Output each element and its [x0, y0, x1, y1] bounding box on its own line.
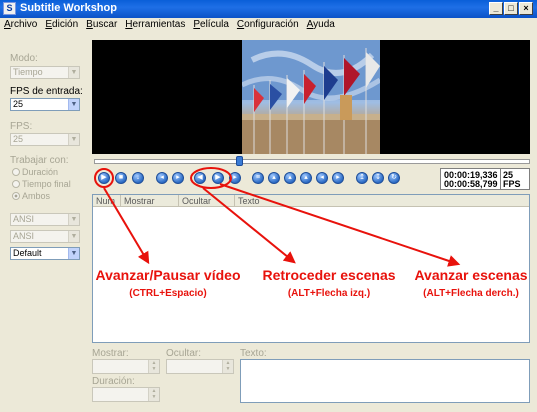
play-highlight-circle: [94, 168, 114, 188]
rewind-annotation-title: Retroceder escenas: [262, 267, 396, 283]
forward-annotation-title: Avanzar escenas: [414, 267, 528, 283]
play-arrow: [103, 187, 150, 265]
play-annotation-title: Avanzar/Pausar vídeo: [95, 267, 241, 283]
forward-arrow: [219, 183, 461, 267]
rewind-arrow: [202, 187, 296, 264]
annotation-overlay: [94, 167, 461, 267]
rewind-annotation-shortcut: (ALT+Flecha izq.): [287, 288, 371, 299]
forward-annotation-shortcut: (ALT+Flecha derch.): [423, 288, 519, 299]
play-annotation-shortcut: (CTRL+Espacio): [129, 288, 207, 299]
